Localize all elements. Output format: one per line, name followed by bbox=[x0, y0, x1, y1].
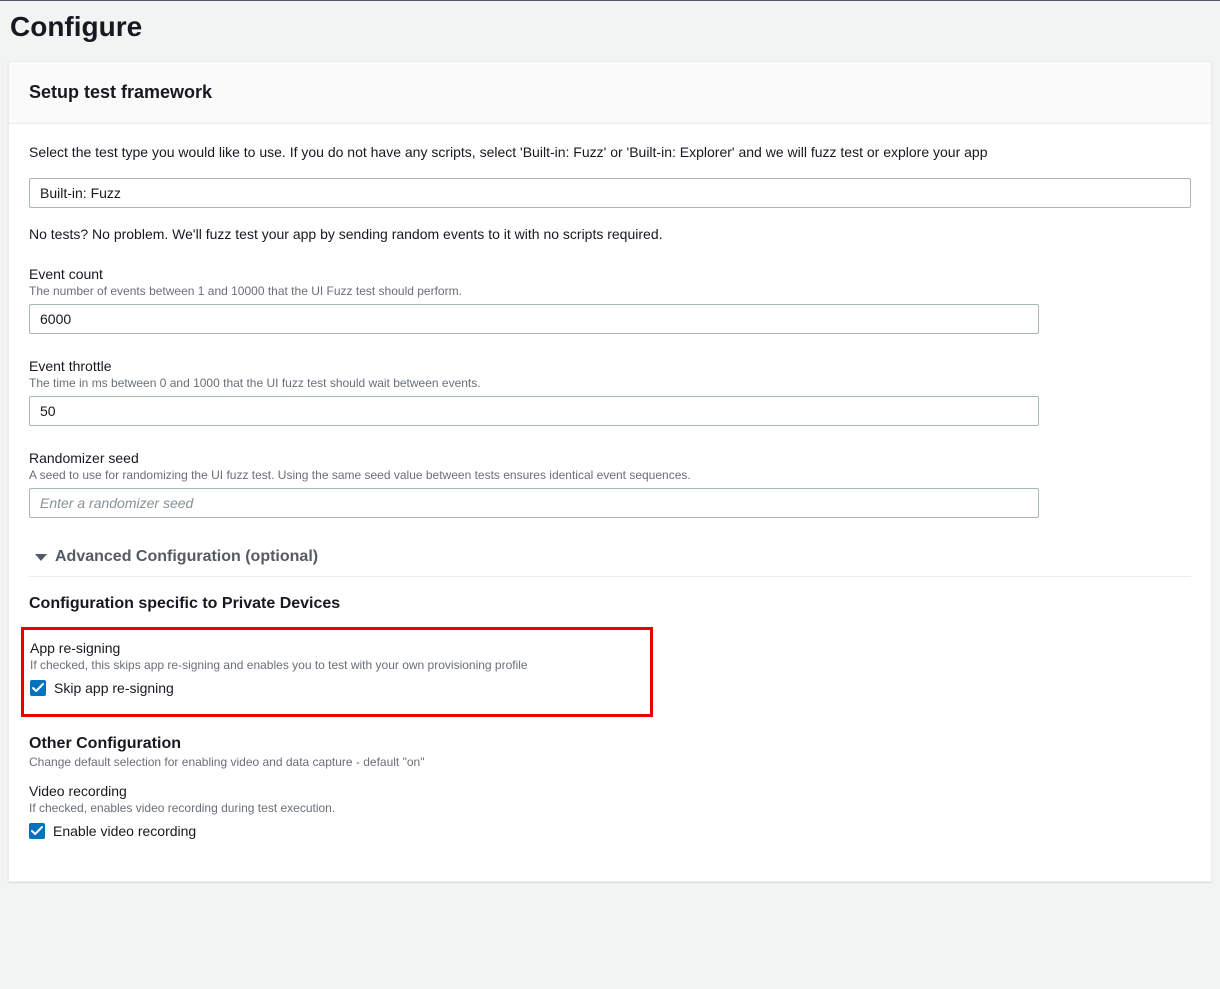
caret-down-icon bbox=[35, 554, 47, 561]
panel-header: Setup test framework bbox=[9, 62, 1211, 124]
randomizer-seed-label: Randomizer seed bbox=[29, 450, 1039, 466]
highlight-annotation: App re-signing If checked, this skips ap… bbox=[21, 627, 653, 717]
event-throttle-label: Event throttle bbox=[29, 358, 1039, 374]
app-resigning-group: App re-signing If checked, this skips ap… bbox=[30, 640, 644, 696]
skip-resigning-checkbox-label: Skip app re-signing bbox=[54, 680, 174, 696]
video-recording-checkbox-label: Enable video recording bbox=[53, 823, 196, 839]
other-config-title: Other Configuration bbox=[29, 735, 1191, 753]
test-type-selected-value: Built-in: Fuzz bbox=[40, 185, 1180, 201]
other-config-section: Other Configuration Change default selec… bbox=[29, 735, 1191, 839]
video-recording-checkbox[interactable] bbox=[29, 823, 45, 839]
event-count-group: Event count The number of events between… bbox=[29, 266, 1039, 334]
video-recording-checkbox-row: Enable video recording bbox=[29, 823, 1191, 839]
panel-body: Select the test type you would like to u… bbox=[9, 124, 1211, 881]
other-config-hint: Change default selection for enabling vi… bbox=[29, 755, 1191, 769]
event-count-input[interactable] bbox=[29, 304, 1039, 334]
panel-title: Setup test framework bbox=[29, 82, 1191, 103]
skip-resigning-checkbox-row: Skip app re-signing bbox=[30, 680, 644, 696]
event-count-label: Event count bbox=[29, 266, 1039, 282]
intro-text: Select the test type you would like to u… bbox=[29, 144, 1191, 160]
setup-panel: Setup test framework Select the test typ… bbox=[8, 61, 1212, 882]
video-recording-label: Video recording bbox=[29, 783, 1191, 799]
private-devices-section-title: Configuration specific to Private Device… bbox=[29, 595, 1191, 613]
event-throttle-group: Event throttle The time in ms between 0 … bbox=[29, 358, 1039, 426]
page-title: Configure bbox=[10, 11, 1210, 43]
event-throttle-hint: The time in ms between 0 and 1000 that t… bbox=[29, 376, 1039, 390]
test-type-select[interactable]: Built-in: Fuzz bbox=[29, 178, 1191, 208]
app-resigning-hint: If checked, this skips app re-signing an… bbox=[30, 658, 644, 672]
skip-resigning-checkbox[interactable] bbox=[30, 680, 46, 696]
event-throttle-input[interactable] bbox=[29, 396, 1039, 426]
check-icon bbox=[32, 682, 44, 694]
page-header: Configure bbox=[0, 0, 1220, 61]
advanced-config-label: Advanced Configuration (optional) bbox=[55, 548, 318, 566]
randomizer-seed-hint: A seed to use for randomizing the UI fuz… bbox=[29, 468, 1039, 482]
advanced-config-expander[interactable]: Advanced Configuration (optional) bbox=[29, 542, 1191, 577]
test-type-help: No tests? No problem. We'll fuzz test yo… bbox=[29, 226, 1191, 242]
app-resigning-label: App re-signing bbox=[30, 640, 644, 656]
randomizer-seed-input[interactable] bbox=[29, 488, 1039, 518]
event-count-hint: The number of events between 1 and 10000… bbox=[29, 284, 1039, 298]
video-recording-hint: If checked, enables video recording duri… bbox=[29, 801, 1191, 815]
check-icon bbox=[31, 825, 43, 837]
randomizer-seed-group: Randomizer seed A seed to use for random… bbox=[29, 450, 1039, 518]
